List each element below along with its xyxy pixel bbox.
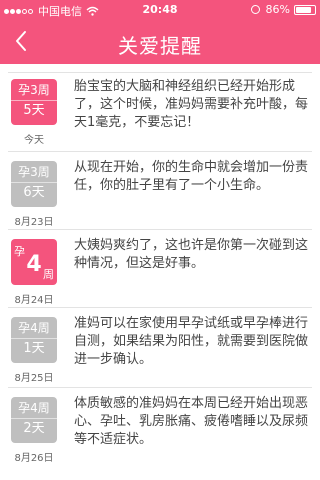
pregnancy-week-badge: 孕4周 2天 (11, 397, 57, 443)
badge-week: 孕3周 (18, 83, 50, 97)
list-item[interactable]: 孕 4 周 8月24日 大姨妈爽约了，这也许是你第一次碰到这种情况，但这是好事。 (0, 229, 320, 307)
reminder-text: 大姨妈爽约了，这也许是你第一次碰到这种情况，但这是好事。 (74, 238, 309, 271)
list-item[interactable]: 孕4周 1天 8月25日 准妈可以在家使用早孕试纸或早孕棒进行自测，如果结果为阳… (0, 307, 320, 387)
divider (8, 387, 312, 388)
badge-suffix: 周 (43, 268, 54, 281)
badge-divider (11, 418, 57, 419)
badge-week: 孕4周 (18, 401, 50, 415)
pregnancy-week-badge: 孕3周 6天 (11, 161, 57, 207)
battery-icon (294, 4, 316, 15)
badge-divider (11, 100, 57, 101)
battery-percent: 86% (265, 3, 290, 16)
status-right: 86% (250, 3, 316, 16)
list-item[interactable]: 孕3周 6天 8月23日 从现在开始，你的生命中就会增加一份责任，你的肚子里有了… (0, 151, 320, 229)
badge-day: 1天 (23, 341, 45, 356)
reminder-date: 8月25日 (14, 373, 54, 384)
pregnancy-week-badge: 孕4周 1天 (11, 317, 57, 363)
divider (8, 72, 312, 73)
badge-divider (11, 338, 57, 339)
reminder-date: 8月23日 (14, 217, 54, 228)
reminder-date: 今天 (24, 135, 44, 146)
reminder-text: 体质敏感的准妈妈在本周已经开始出现恶心、孕吐、乳房胀痛、疲倦嗜睡以及尿频等不适症… (74, 396, 309, 447)
divider (8, 307, 312, 308)
reminder-date: 8月26日 (14, 453, 54, 464)
reminder-text: 从现在开始，你的生命中就会增加一份责任，你的肚子里有了一个小生命。 (74, 160, 309, 193)
list-item[interactable]: 孕3周 5天 今天 胎宝宝的大脑和神经组织已经开始形成了，这个时候，准妈妈需要补… (0, 64, 320, 151)
pregnancy-week-badge: 孕3周 5天 (11, 79, 57, 125)
list-item[interactable]: 孕4周 2天 8月26日 体质敏感的准妈妈在本周已经开始出现恶心、孕吐、乳房胀痛… (0, 387, 320, 480)
pregnancy-week-badge: 孕 4 周 (11, 239, 57, 285)
badge-day: 5天 (23, 103, 45, 118)
rotation-lock-icon (250, 5, 260, 14)
status-bar: 中国电信 20:48 86% (0, 0, 320, 20)
page-title: 关爱提醒 (118, 34, 202, 58)
badge-week: 孕3周 (18, 165, 50, 179)
reminder-text: 准妈可以在家使用早孕试纸或早孕棒进行自测，如果结果为阳性，就需要到医院做进一步确… (74, 316, 309, 367)
reminder-list[interactable]: 孕3周 5天 今天 胎宝宝的大脑和神经组织已经开始形成了，这个时候，准妈妈需要补… (0, 64, 320, 480)
reminder-date: 8月24日 (14, 295, 54, 306)
badge-week: 孕4周 (18, 321, 50, 335)
divider (8, 229, 312, 230)
reminder-text: 胎宝宝的大脑和神经组织已经开始形成了，这个时候，准妈妈需要补充叶酸，每天1毫克，… (74, 79, 309, 130)
badge-divider (11, 182, 57, 183)
battery-fill (296, 6, 312, 13)
nav-bar: 关爱提醒 (0, 20, 320, 64)
divider (8, 151, 312, 152)
badge-day: 6天 (23, 185, 45, 200)
badge-day: 2天 (23, 421, 45, 436)
